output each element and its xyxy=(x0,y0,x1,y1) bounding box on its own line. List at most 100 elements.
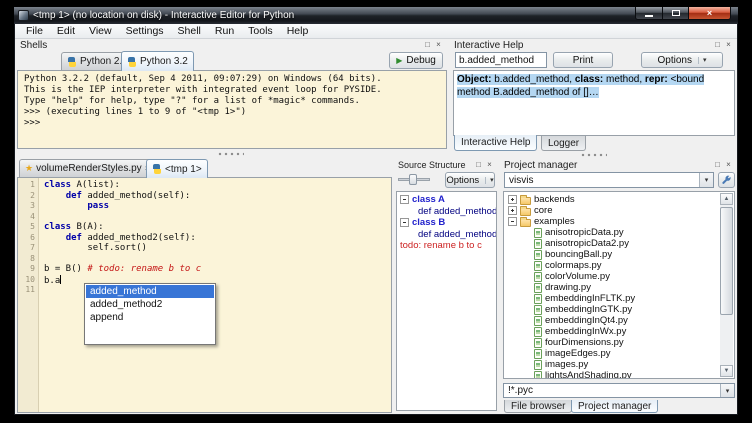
interactive-help-panel: Interactive Help □ × Print Options ▾ Obj… xyxy=(451,39,737,151)
tab-interactive-help[interactable]: Interactive Help xyxy=(454,135,537,151)
line-number: 7 xyxy=(18,243,38,254)
tab-logger[interactable]: Logger xyxy=(541,136,586,151)
minimize-button[interactable] xyxy=(635,7,663,20)
tree-item-class-b[interactable]: class B xyxy=(397,217,496,229)
folder-item-examples[interactable]: examples xyxy=(504,216,734,227)
file-item[interactable]: imageEdges.py xyxy=(504,348,734,359)
line-number: 4 xyxy=(18,212,38,223)
debug-button[interactable]: ▶ Debug xyxy=(389,52,443,69)
file-item[interactable]: embeddingInQt4.py xyxy=(504,315,734,326)
scroll-up-icon: ▲ xyxy=(724,196,730,202)
scroll-down-button[interactable]: ▼ xyxy=(720,365,733,377)
collapse-icon[interactable] xyxy=(508,217,517,226)
code-line-2: def added_method(self): xyxy=(44,191,391,202)
expand-icon[interactable] xyxy=(508,195,517,204)
close-panel-icon[interactable]: × xyxy=(723,40,734,51)
scroll-down-icon: ▼ xyxy=(724,368,730,374)
filter-combo[interactable]: !*.pyc ▾ xyxy=(503,383,735,398)
float-panel-icon[interactable]: □ xyxy=(473,160,484,171)
file-item[interactable]: bouncingBall.py xyxy=(504,249,734,260)
tab-project-manager[interactable]: Project manager xyxy=(571,400,658,413)
close-panel-icon[interactable]: × xyxy=(723,160,734,171)
scroll-thumb[interactable] xyxy=(720,207,733,315)
file-item[interactable]: anisotropicData2.py xyxy=(504,238,734,249)
structure-tree: class A def added_method class B def add… xyxy=(396,191,497,411)
menu-item-file[interactable]: File xyxy=(19,24,50,38)
tree-item-def-added-method[interactable]: def added_method xyxy=(397,206,496,218)
file-item[interactable]: colorVolume.py xyxy=(504,271,734,282)
app-icon xyxy=(18,10,29,21)
shell-output[interactable]: Python 3.2.2 (default, Sep 4 2011, 09:07… xyxy=(17,70,447,149)
folder-icon xyxy=(520,219,531,227)
window-controls: × xyxy=(635,7,731,20)
project-select[interactable]: visvis ▾ xyxy=(504,172,714,188)
folder-icon xyxy=(520,208,531,216)
menu-item-view[interactable]: View xyxy=(82,24,119,38)
tree-item-def-added-method2[interactable]: def added_method xyxy=(397,229,496,241)
autocomplete-item[interactable]: added_method xyxy=(86,285,214,298)
editor-tab-tmp1[interactable]: <tmp 1> xyxy=(146,159,208,178)
folder-item-backends[interactable]: backends xyxy=(504,194,734,205)
menu-item-settings[interactable]: Settings xyxy=(119,24,171,38)
window-title: <tmp 1> (no location on disk) - Interact… xyxy=(33,10,294,21)
close-panel-icon[interactable]: × xyxy=(433,40,444,51)
tree-item-todo[interactable]: todo: rename b to c xyxy=(397,240,496,252)
file-item[interactable]: drawing.py xyxy=(504,282,734,293)
autocomplete-item[interactable]: append xyxy=(86,311,214,324)
close-panel-icon[interactable]: × xyxy=(484,160,495,171)
editor-tab-volumerenderstyles[interactable]: ★ volumeRenderStyles.py × xyxy=(19,159,155,177)
editor-surface[interactable]: 1 2 3 4 5 6 7 8 9 10 11 class A(list): d… xyxy=(17,177,392,413)
folder-item-core[interactable]: core xyxy=(504,205,734,216)
shell-line: Python 3.2.2 (default, Sep 4 2011, 09:07… xyxy=(24,74,446,85)
menu-item-tools[interactable]: Tools xyxy=(241,24,280,38)
scroll-up-button[interactable]: ▲ xyxy=(720,193,733,205)
autocomplete-item[interactable]: added_method2 xyxy=(86,298,214,311)
editor-gutter: 1 2 3 4 5 6 7 8 9 10 11 xyxy=(18,178,39,412)
menubar: File Edit View Settings Shell Run Tools … xyxy=(15,24,737,39)
menu-item-shell[interactable]: Shell xyxy=(171,24,208,38)
line-number: 10 xyxy=(18,275,38,286)
file-item[interactable]: lightsAndShading.py xyxy=(504,370,734,379)
text-caret xyxy=(60,275,61,284)
print-button[interactable]: Print xyxy=(553,52,613,68)
file-item[interactable]: anisotropicData.py xyxy=(504,227,734,238)
structure-options-button[interactable]: Options ▾ xyxy=(445,172,495,188)
maximize-button[interactable] xyxy=(663,7,689,20)
file-item[interactable]: colormaps.py xyxy=(504,260,734,271)
help-options-button[interactable]: Options ▾ xyxy=(641,52,723,68)
file-item[interactable]: images.py xyxy=(504,359,734,370)
collapse-icon[interactable] xyxy=(400,195,409,204)
splitter-handle[interactable] xyxy=(218,152,244,157)
depth-slider[interactable] xyxy=(398,172,430,187)
close-button[interactable]: × xyxy=(689,7,731,20)
collapse-icon[interactable] xyxy=(400,218,409,227)
shell-line: >>> (executing lines 1 to 9 of "<tmp 1>"… xyxy=(24,107,446,118)
splitter-handle[interactable] xyxy=(581,153,607,158)
scrollbar[interactable]: ▲ ▼ xyxy=(720,193,733,377)
tab-file-browser[interactable]: File browser xyxy=(504,400,572,413)
autocomplete-popup: added_method added_method2 append xyxy=(84,283,216,345)
project-config-button[interactable] xyxy=(718,172,735,188)
float-panel-icon[interactable]: □ xyxy=(422,40,433,51)
menu-item-run[interactable]: Run xyxy=(208,24,241,38)
help-query-input[interactable] xyxy=(455,52,547,68)
menu-item-help[interactable]: Help xyxy=(280,24,316,38)
maximize-icon xyxy=(672,10,680,16)
tree-item-class-a[interactable]: class A xyxy=(397,194,496,206)
project-tree: backends core examples anisotropicData.p… xyxy=(503,191,735,379)
source-structure-header: Source Structure □ × xyxy=(395,159,498,171)
slider-handle[interactable] xyxy=(409,174,417,185)
code-line-7: self.sort() xyxy=(44,243,391,254)
float-panel-icon[interactable]: □ xyxy=(712,40,723,51)
shell-tab-python32[interactable]: Python 3.2 xyxy=(121,51,194,71)
file-item[interactable]: embeddingInWx.py xyxy=(504,326,734,337)
python-file-icon xyxy=(534,360,542,370)
line-number: 2 xyxy=(18,191,38,202)
expand-icon[interactable] xyxy=(508,206,517,215)
file-item[interactable]: embeddingInFLTK.py xyxy=(504,293,734,304)
menu-item-edit[interactable]: Edit xyxy=(50,24,82,38)
float-panel-icon[interactable]: □ xyxy=(712,160,723,171)
file-item[interactable]: embeddingInGTK.py xyxy=(504,304,734,315)
file-item[interactable]: fourDimensions.py xyxy=(504,337,734,348)
python-file-icon xyxy=(534,338,542,348)
